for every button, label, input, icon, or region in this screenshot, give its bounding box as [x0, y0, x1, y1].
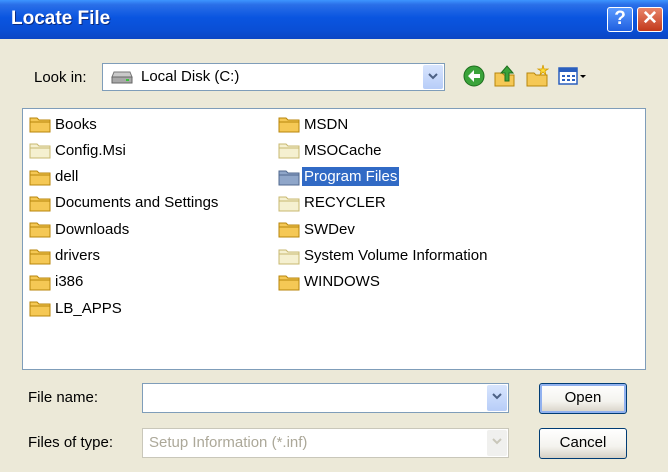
files-of-type-label: Files of type:: [28, 434, 114, 451]
folder-item[interactable]: LB_APPS: [29, 297, 124, 319]
folder-name: SWDev: [304, 220, 355, 238]
folder-item[interactable]: Config.Msi: [29, 139, 128, 161]
file-list[interactable]: Books Config.Msi dell Documents and Setting…: [22, 108, 646, 370]
folder-item[interactable]: dell: [29, 166, 80, 188]
folder-icon: [278, 143, 300, 159]
file-name-input[interactable]: [142, 383, 509, 413]
folder-name: Documents and Settings: [55, 194, 219, 212]
open-button[interactable]: Open: [539, 383, 627, 414]
folder-name: MSOCache: [304, 141, 382, 159]
folder-name: WINDOWS: [304, 273, 380, 291]
window-title: Locate File: [11, 8, 111, 29]
files-of-type-dropdown: Setup Information (*.inf): [142, 428, 509, 458]
folder-name: Downloads: [55, 220, 130, 238]
folder-icon: [29, 222, 51, 238]
folder-icon: [278, 117, 300, 133]
files-of-type-value: Setup Information (*.inf): [149, 434, 308, 451]
folder-icon: [29, 196, 51, 212]
chevron-down-icon: [492, 393, 502, 400]
folder-icon: [29, 275, 51, 291]
look-in-dropdown-arrow[interactable]: [423, 65, 443, 89]
folder-icon: [29, 117, 51, 133]
up-folder-icon[interactable]: [493, 64, 517, 88]
folder-icon: [278, 275, 300, 291]
folder-icon: [29, 301, 51, 317]
folder-name: RECYCLER: [304, 194, 386, 212]
file-name-dropdown-arrow[interactable]: [487, 385, 507, 411]
folder-item[interactable]: Documents and Settings: [29, 192, 220, 214]
folder-item[interactable]: RECYCLER: [278, 192, 388, 214]
hard-drive-icon: [111, 71, 133, 84]
folder-icon: [278, 222, 300, 238]
open-button-label: Open: [564, 389, 602, 406]
folder-icon: [29, 249, 51, 264]
folder-item[interactable]: WINDOWS: [278, 271, 382, 293]
help-button[interactable]: ?: [607, 7, 633, 32]
look-in-label: Look in:: [34, 69, 87, 86]
folder-icon: [29, 170, 51, 186]
folder-item[interactable]: i386: [29, 271, 85, 293]
folder-item[interactable]: drivers: [29, 245, 102, 267]
folder-icon: [278, 196, 300, 212]
locate-file-dialog: Locate File ? ✕ Look in: Local Disk (C:): [0, 0, 668, 472]
folder-name: LB_APPS: [55, 299, 122, 317]
cancel-button-label: Cancel: [559, 434, 607, 451]
view-menu-icon[interactable]: [557, 64, 587, 88]
file-name-label: File name:: [28, 389, 99, 406]
title-bar[interactable]: Locate File ? ✕: [0, 0, 668, 39]
folder-item[interactable]: MSDN: [278, 113, 350, 135]
folder-item[interactable]: Books: [29, 113, 99, 135]
chevron-down-icon: [492, 438, 502, 445]
folder-name: Config.Msi: [55, 141, 126, 159]
folder-name: MSDN: [304, 115, 349, 133]
folder-name: i386: [55, 273, 84, 291]
folder-item[interactable]: Program Files: [278, 166, 400, 188]
look-in-dropdown[interactable]: Local Disk (C:): [102, 63, 445, 91]
folder-icon: [29, 143, 51, 159]
files-of-type-dropdown-arrow: [487, 430, 507, 456]
folder-name: Program Files: [302, 167, 400, 187]
cancel-button[interactable]: Cancel: [539, 428, 627, 459]
folder-item[interactable]: SWDev: [278, 218, 357, 240]
folder-name: System Volume Information: [304, 247, 488, 264]
new-folder-icon[interactable]: [525, 64, 549, 88]
close-button[interactable]: ✕: [637, 7, 663, 32]
folder-item[interactable]: Downloads: [29, 218, 131, 240]
back-icon[interactable]: [462, 64, 486, 88]
folder-item[interactable]: MSOCache: [278, 139, 384, 161]
folder-item[interactable]: System Volume Information: [278, 245, 489, 267]
folder-name: dell: [55, 168, 79, 186]
chevron-down-icon: [428, 73, 438, 80]
look-in-value: Local Disk (C:): [141, 68, 240, 85]
folder-name: Books: [55, 115, 97, 133]
folder-name: drivers: [55, 247, 101, 264]
folder-icon: [278, 249, 300, 264]
folder-icon: [278, 170, 300, 186]
